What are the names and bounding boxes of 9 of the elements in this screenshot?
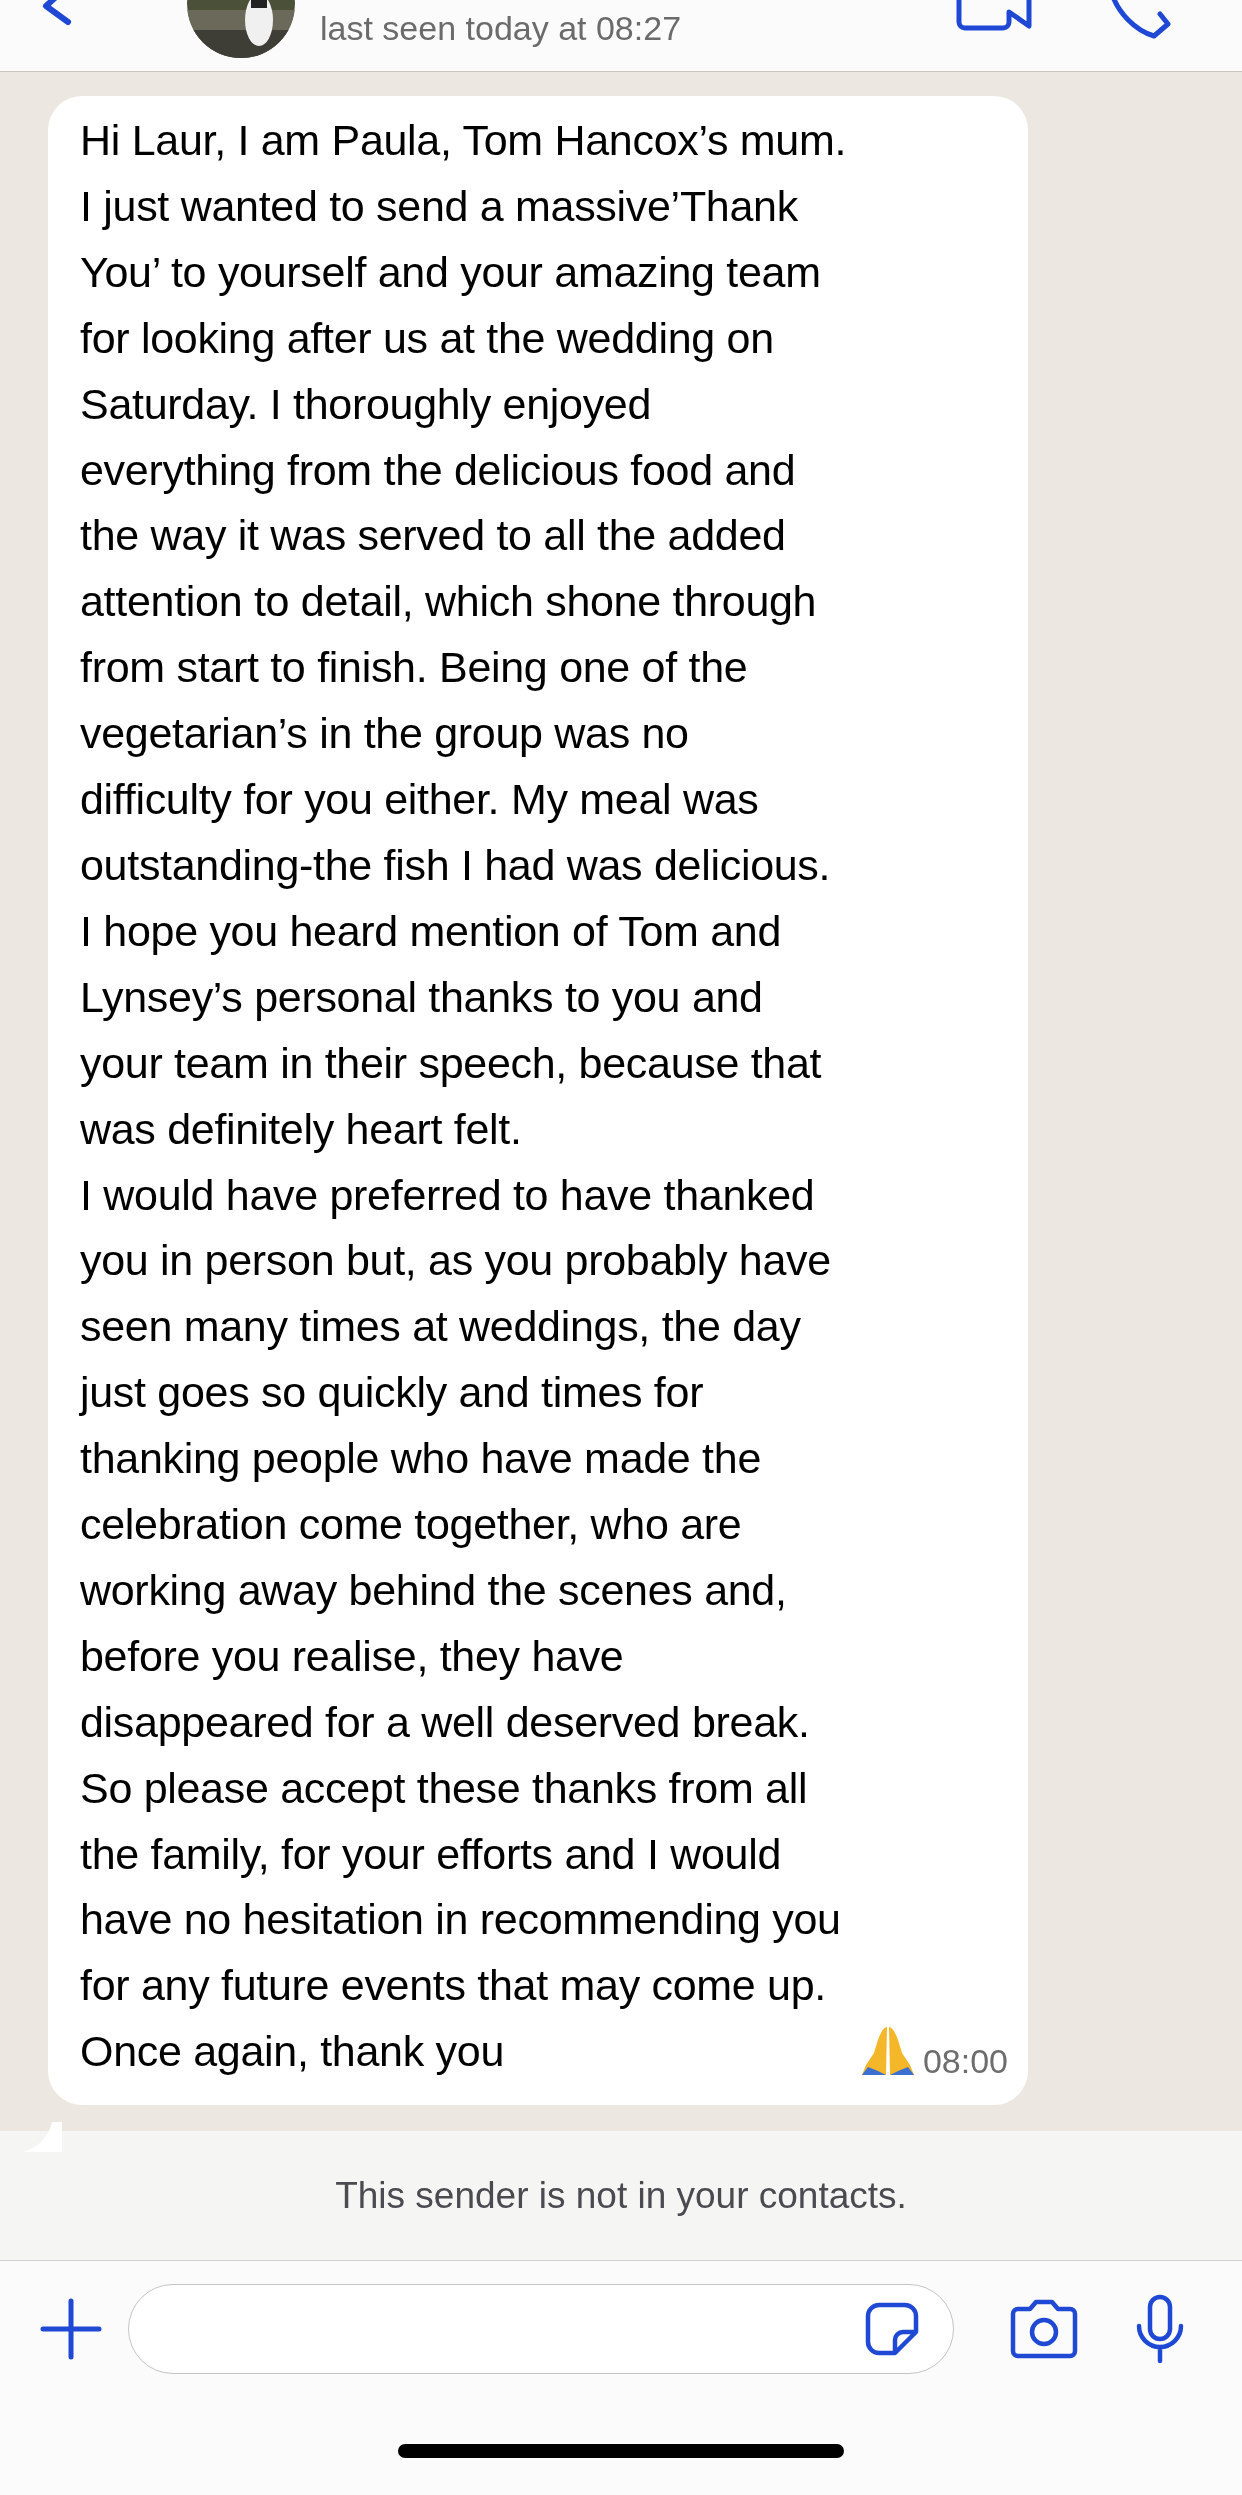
- message-time: 08:00: [922, 2041, 1008, 2082]
- camera-icon[interactable]: [1010, 2299, 1078, 2359]
- last-seen-status: last seen today at 08:27: [320, 8, 682, 48]
- sticker-icon[interactable]: [865, 2302, 919, 2356]
- notice-text: This sender is not in your contacts.: [335, 2173, 907, 2218]
- plus-icon[interactable]: [40, 2298, 102, 2360]
- praying-hands-icon: [860, 2025, 917, 2078]
- message-text: Hi Laur, I am Paula, Tom Hancox’s mum. I just wanted to send a massive’Thank You’ to yourself and your amazing team for looking after us at the wedding on Saturday. I thoroughly enjoyed everything from the delicious food and the way it was served to all the added attention to detail, which shone through from start to finish. Being one of the vegetarian’s in the group was no difficulty for you either. My meal was outstanding-the fish I had was delicious. I hope you heard mention of Tom and Lynsey’s personal thanks to you and your team in their speech, because that was definitely heart felt. I would have preferred to have thanked you in person but, as you probably have seen many times at weddings, the day just goes so quickly and times for thanking people who have made the celebration come together, who are working away behind the scenes and, before you realise, they have disappeared for a well deserved break. So please accept these thanks from all the family, for your efforts and I would have no hesitation in recommending you for any future events that may come up. Once again, thank you: [80, 115, 847, 2078]
- microphone-icon[interactable]: [1134, 2294, 1186, 2364]
